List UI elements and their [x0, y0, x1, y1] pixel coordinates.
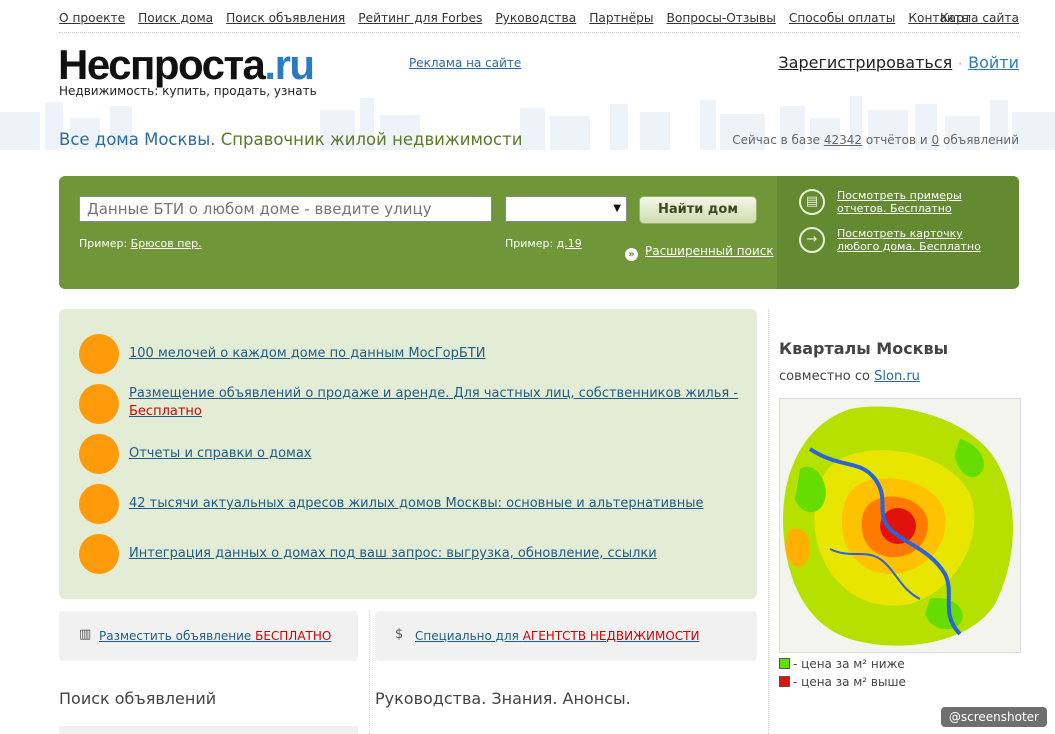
ads-search-heading: Поиск объявлений	[59, 689, 217, 708]
example-label: Пример:	[79, 237, 128, 250]
low-price-swatch-icon	[779, 658, 790, 669]
slon-link[interactable]: Slon.ru	[874, 369, 920, 384]
arrow-right-icon: →	[799, 227, 825, 253]
nav-ad-search[interactable]: Поиск объявления	[226, 11, 345, 25]
page-headline: Все дома Москвы. Справочник жилой недвиж…	[59, 130, 522, 149]
logo-tld: .ru	[264, 41, 315, 88]
nav-guides[interactable]: Руководства	[495, 11, 576, 25]
reports-count-link[interactable]: 42342	[824, 133, 862, 147]
sidebar-divider	[768, 309, 769, 734]
house-example: Пример: д.19	[505, 237, 582, 250]
nav-forbes-rating[interactable]: Рейтинг для Forbes	[358, 11, 482, 25]
ads-search-box	[59, 726, 358, 734]
moscow-price-map[interactable]	[779, 398, 1021, 653]
column-divider	[369, 611, 370, 734]
nav-site-map[interactable]: Карта сайта	[940, 11, 1019, 25]
chevron-down-icon: ▼	[613, 203, 621, 214]
example-house-link[interactable]: д.19	[557, 237, 582, 250]
legend-high-text: - цена за м² выше	[793, 675, 906, 689]
feature-link-addresses[interactable]: 42 тысячи актуальных адресов жилых домов…	[129, 495, 703, 513]
building-icon: ▥	[79, 627, 92, 642]
logo-main: Неспроста	[58, 41, 266, 88]
example-label: Пример:	[505, 237, 554, 250]
orange-bullet-icon	[79, 534, 119, 574]
guides-heading: Руководства. Знания. Анонсы.	[375, 689, 631, 708]
auth-separator: ·	[958, 57, 963, 71]
database-counts: Сейчас в базе 42342 отчётов и 0 объявлен…	[732, 133, 1019, 147]
nav-partners[interactable]: Партнёры	[589, 11, 653, 25]
feature-link-reports[interactable]: Отчеты и справки о домах	[129, 445, 312, 463]
example-street-link[interactable]: Брюсов пер.	[131, 237, 202, 250]
house-card-link[interactable]: Посмотреть карточку любого дома. Бесплатн…	[837, 227, 981, 253]
high-price-swatch-icon	[779, 676, 790, 687]
house-search-panel: ▼ Найти дом Пример: Брюсов пер. Пример: …	[59, 176, 1019, 289]
orange-bullet-icon	[79, 484, 119, 524]
agencies-link[interactable]: Специально для АГЕНТСТВ НЕДВИЖИМОСТИ	[415, 629, 699, 643]
orange-bullet-icon	[79, 434, 119, 474]
site-logo[interactable]: Неспроста.ru	[58, 41, 315, 88]
headline-secondary: Справочник жилой недвижимости	[220, 130, 523, 149]
login-link[interactable]: Войти	[968, 53, 1019, 72]
sidebar-subtitle: совместно со Slon.ru	[779, 369, 920, 384]
orange-bullet-icon	[79, 384, 119, 424]
top-nav-divider	[59, 32, 1019, 33]
nav-faq[interactable]: Вопросы-Отзывы	[667, 11, 776, 25]
feature-link-listings[interactable]: Размещение объявлений о продаже и аренде…	[129, 385, 738, 421]
document-icon: ▤	[799, 189, 825, 215]
house-number-select[interactable]: ▼	[505, 196, 627, 222]
nav-house-search[interactable]: Поиск дома	[138, 11, 213, 25]
sidebar-sub-prefix: совместно со	[779, 369, 870, 384]
counts-mid: отчётов и	[865, 133, 928, 147]
dollar-icon: $	[395, 627, 404, 642]
nav-about[interactable]: О проекте	[59, 11, 125, 25]
post-ad-box: ▥ Разместить объявление БЕСПЛАТНО	[59, 611, 358, 661]
feature-link-integration[interactable]: Интеграция данных о домах под ваш запрос…	[129, 545, 657, 563]
counts-suffix: объявлений	[942, 133, 1019, 147]
search-side-panel: ▤ Посмотреть примеры отчетов. Бесплатно →…	[777, 176, 1019, 289]
find-house-button[interactable]: Найти дом	[639, 196, 757, 224]
sample-reports-link[interactable]: Посмотреть примеры отчетов. Бесплатно	[837, 189, 962, 215]
site-tagline: Недвижимость: купить, продать, узнать	[59, 84, 317, 98]
post-ad-link[interactable]: Разместить объявление БЕСПЛАТНО	[99, 629, 331, 643]
legend-low-text: - цена за м² ниже	[793, 657, 905, 671]
orange-bullet-icon	[79, 334, 119, 374]
advanced-search: » Расширенный поиск	[625, 244, 774, 261]
ads-count-link[interactable]: 0	[932, 133, 940, 147]
advanced-search-link[interactable]: Расширенный поиск	[645, 244, 774, 258]
screenshoter-watermark: @screenshoter	[940, 707, 1047, 727]
feature-link-bti[interactable]: 100 мелочей о каждом доме по данным МосГ…	[129, 345, 485, 363]
street-example: Пример: Брюсов пер.	[79, 237, 202, 250]
chevron-right-icon: »	[625, 248, 638, 261]
legend-high: - цена за м² выше	[779, 675, 906, 689]
street-search-input[interactable]	[79, 196, 492, 222]
features-panel: 100 мелочей о каждом доме по данным МосГ…	[59, 309, 757, 599]
counts-prefix: Сейчас в базе	[732, 133, 821, 147]
sidebar-title: Кварталы Москвы	[779, 339, 949, 358]
top-nav: О проекте Поиск дома Поиск объявления Рейти…	[59, 11, 1019, 27]
advertise-link[interactable]: Реклама на сайте	[409, 56, 521, 70]
register-link[interactable]: Зарегистрироваться	[778, 53, 952, 72]
legend-low: - цена за м² ниже	[779, 657, 905, 671]
agencies-box: $ Специально для АГЕНТСТВ НЕДВИЖИМОСТИ	[375, 611, 757, 661]
auth-links: Зарегистрироваться · Войти	[778, 53, 1019, 72]
headline-primary: Все дома Москвы.	[59, 130, 216, 149]
nav-payment[interactable]: Способы оплаты	[789, 11, 896, 25]
